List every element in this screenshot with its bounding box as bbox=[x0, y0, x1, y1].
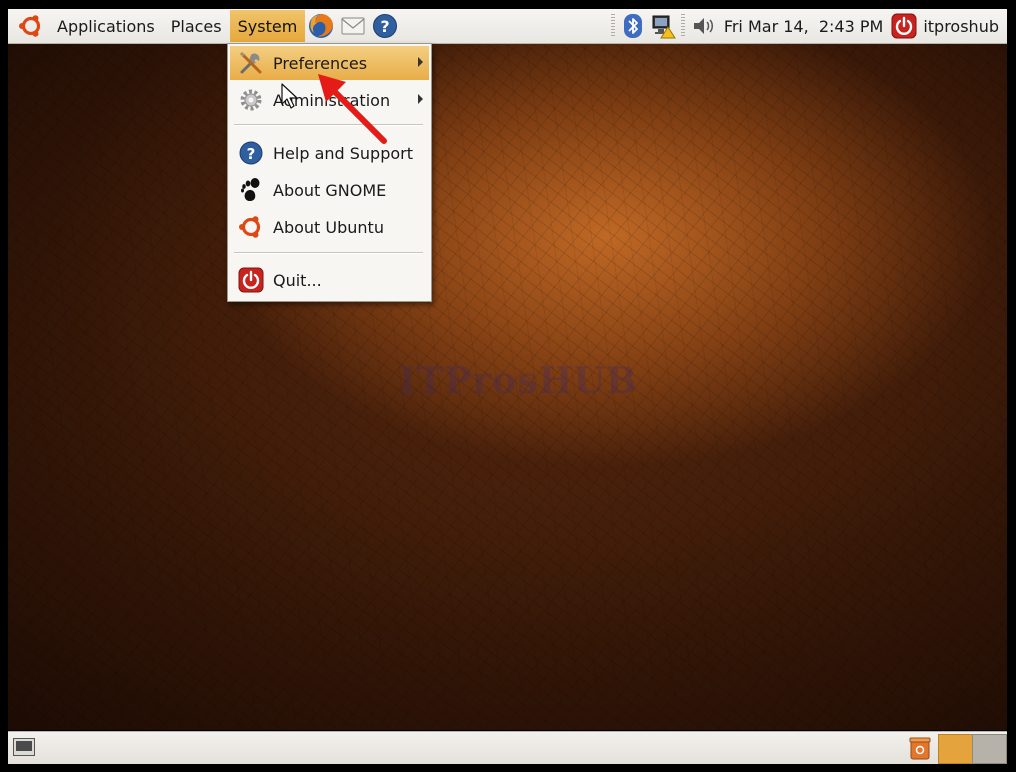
menu-item-label: Preferences bbox=[273, 53, 368, 73]
administration-icon bbox=[236, 85, 266, 115]
menu-item-preferences[interactable]: Preferences bbox=[230, 46, 429, 80]
gnome-foot-icon bbox=[236, 175, 266, 205]
workspace-1[interactable] bbox=[938, 734, 973, 764]
places-menu[interactable]: Places bbox=[163, 10, 230, 42]
bluetooth-icon[interactable] bbox=[620, 12, 646, 40]
menu-item-about-ubuntu[interactable]: About Ubuntu bbox=[230, 210, 429, 244]
preferences-icon bbox=[236, 48, 266, 78]
submenu-arrow-icon bbox=[418, 57, 423, 67]
desktop[interactable]: ITProsHUB bbox=[8, 44, 1007, 730]
menu-item-help-and-support[interactable]: ? Help and Support bbox=[230, 136, 429, 170]
shutdown-icon[interactable] bbox=[891, 12, 917, 40]
volume-icon[interactable] bbox=[690, 12, 716, 40]
network-icon[interactable] bbox=[650, 12, 676, 40]
svg-text:?: ? bbox=[247, 145, 256, 163]
ubuntu-logo-icon bbox=[236, 212, 266, 242]
menu-item-label: Help and Support bbox=[273, 143, 413, 163]
clock[interactable]: Fri Mar 14, 2:43 PM bbox=[718, 17, 890, 36]
menu-item-label: About Ubuntu bbox=[273, 217, 384, 237]
help-icon[interactable]: ? bbox=[370, 11, 400, 41]
panel-handle[interactable] bbox=[610, 14, 615, 38]
panel-handle-2[interactable] bbox=[680, 14, 685, 38]
menu-item-about-gnome[interactable]: About GNOME bbox=[230, 173, 429, 207]
menu-item-label: Administration bbox=[273, 90, 391, 110]
firefox-icon[interactable] bbox=[306, 11, 336, 41]
menu-item-quit[interactable]: Quit... bbox=[230, 263, 429, 297]
show-desktop-icon[interactable] bbox=[12, 736, 36, 758]
bottom-panel bbox=[8, 731, 1007, 764]
ubuntu-logo-icon[interactable] bbox=[16, 11, 46, 41]
help-icon: ? bbox=[236, 138, 266, 168]
system-dropdown-menu: Preferences Administration ? Help and Su… bbox=[227, 43, 432, 302]
screen: Applications Places System ? Fri Mar 14,… bbox=[0, 0, 1016, 772]
menu-separator bbox=[234, 252, 423, 254]
trash-icon[interactable] bbox=[908, 735, 932, 761]
top-panel: Applications Places System ? Fri Mar 14,… bbox=[8, 9, 1007, 44]
applications-menu[interactable]: Applications bbox=[49, 10, 163, 42]
mail-icon[interactable] bbox=[338, 11, 368, 41]
menu-item-administration[interactable]: Administration bbox=[230, 83, 429, 117]
svg-text:?: ? bbox=[381, 17, 390, 36]
menu-item-label: Quit... bbox=[273, 270, 322, 290]
menu-separator bbox=[234, 124, 423, 126]
submenu-arrow-icon bbox=[418, 94, 423, 104]
watermark: ITProsHUB bbox=[398, 360, 638, 402]
system-menu[interactable]: System bbox=[229, 10, 306, 42]
workspace-2[interactable] bbox=[972, 734, 1007, 764]
user-name[interactable]: itproshub bbox=[919, 17, 1007, 36]
menu-item-label: About GNOME bbox=[273, 180, 387, 200]
quit-icon bbox=[236, 265, 266, 295]
